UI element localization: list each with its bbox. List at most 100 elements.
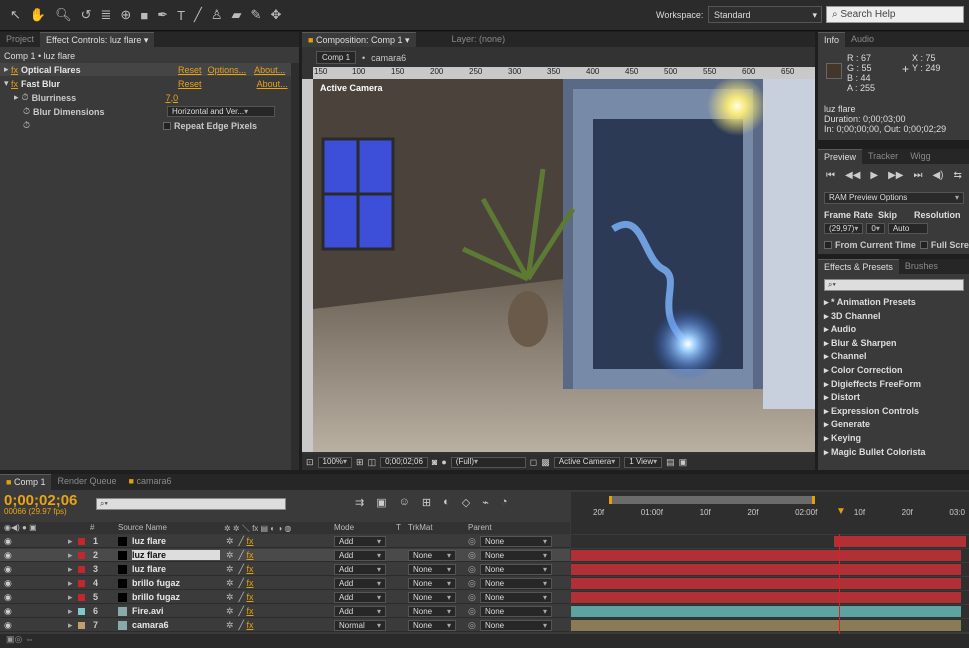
about-link[interactable]: About... <box>254 65 285 75</box>
list-item[interactable]: ▸ Audio <box>824 323 926 337</box>
full-screen-checkbox[interactable] <box>919 241 928 249</box>
collapse-arrow-icon[interactable]: ▾ <box>4 78 11 89</box>
eye-icon[interactable]: ◉ <box>4 578 12 589</box>
expand-arrow-icon[interactable]: ▸ <box>68 550 73 561</box>
about-link[interactable]: About... <box>257 79 288 89</box>
resolution-select[interactable]: (Full) <box>450 456 526 468</box>
layer-switches-icon[interactable]: ✲ ╱ fx <box>226 620 253 631</box>
stopwatch-icon[interactable]: ⏱ <box>23 106 30 117</box>
layer-switches-icon[interactable]: ✲ ╱ fx <box>226 606 253 617</box>
region-of-interest-icon[interactable]: ◻ <box>530 457 537 468</box>
parent-select[interactable]: None <box>480 536 552 547</box>
frame-blending-icon[interactable]: ⊞ <box>422 496 431 509</box>
transparency-grid-icon[interactable]: ▩ <box>541 457 550 468</box>
tab-info[interactable]: Info <box>818 32 846 47</box>
type-tool-icon[interactable]: T <box>177 7 185 23</box>
zoom-tool-icon[interactable]: 🔍︎ <box>55 7 72 23</box>
zoom-select[interactable]: 100% <box>317 456 353 468</box>
layer-duration-bar[interactable] <box>571 592 961 603</box>
list-item[interactable]: ▸ Color Correction <box>824 364 926 378</box>
expand-arrow-icon[interactable]: ▸ <box>68 620 73 631</box>
layer-duration-bar[interactable] <box>571 606 961 617</box>
layer-switches-icon[interactable]: ✲ ╱ fx <box>226 592 253 603</box>
eye-icon[interactable]: ◉ <box>4 620 12 631</box>
pan-behind-tool-icon[interactable]: ⊕ <box>120 7 131 23</box>
eye-icon[interactable]: ◉ <box>4 536 12 547</box>
fast-preview-icon[interactable]: ▣ <box>679 457 688 468</box>
layer-duration-bar[interactable] <box>571 564 961 575</box>
repeat-edge-checkbox[interactable] <box>163 121 171 130</box>
list-item[interactable]: ▸ Digieffects FreeForm <box>824 378 926 392</box>
layer-switches-icon[interactable]: ✲ ╱ fx <box>226 564 253 575</box>
label-color-swatch[interactable] <box>78 622 85 629</box>
eraser-tool-icon[interactable]: ▰ <box>232 7 242 23</box>
effect-row-fast-blur[interactable]: ▾ fx Fast Blur Reset About... <box>0 77 299 90</box>
tab-tracker[interactable]: Tracker <box>862 149 904 164</box>
brush-tool-icon[interactable]: ╱ <box>194 7 202 23</box>
fx-icon[interactable]: fx <box>11 65 18 75</box>
eye-icon[interactable]: ◉ <box>4 606 12 617</box>
last-frame-icon[interactable]: ⏭ <box>913 170 922 181</box>
scrollbar[interactable] <box>291 63 299 470</box>
hand-tool-icon[interactable]: ✋ <box>30 7 46 23</box>
roto-brush-tool-icon[interactable]: ✎ <box>251 7 262 23</box>
layer-switches-icon[interactable]: ✲ ╱ fx <box>226 550 253 561</box>
list-item[interactable]: ▸ Blur & Sharpen <box>824 337 926 351</box>
layer-name[interactable]: luz flare <box>132 564 166 574</box>
pickwhip-icon[interactable]: ◎ <box>468 550 476 561</box>
live-update-icon[interactable]: ◔ <box>501 496 508 509</box>
table-row[interactable]: ◉ ▸ 7 camara6 ✲ ╱ fx Normal None ◎ None <box>0 619 570 632</box>
expand-arrow-icon[interactable]: ▸ <box>68 578 73 589</box>
eye-icon[interactable]: ◉ <box>4 550 12 561</box>
layer-switches-icon[interactable]: ✲ ╱ fx <box>226 578 253 589</box>
puppet-tool-icon[interactable]: ✥ <box>270 7 281 23</box>
eye-icon[interactable]: ◉ <box>4 564 12 575</box>
trkmat-select[interactable]: None <box>408 620 456 631</box>
table-row[interactable]: ◉ ▸ 4 brillo fugaz ✲ ╱ fx Add None ◎ Non… <box>0 577 570 590</box>
mode-select[interactable]: Add <box>334 564 386 575</box>
trkmat-select[interactable]: None <box>408 550 456 561</box>
work-area-bar[interactable] <box>609 496 815 504</box>
list-item[interactable]: ▸ * Animation Presets <box>824 296 926 310</box>
shy-layers-icon[interactable]: ☺ <box>399 496 410 509</box>
pickwhip-icon[interactable]: ◎ <box>468 564 476 575</box>
trkmat-select[interactable]: None <box>408 592 456 603</box>
parent-select[interactable]: None <box>480 564 552 575</box>
table-row[interactable]: ◉ ▸ 2 luz flare ✲ ╱ fx Add None ◎ None <box>0 549 570 562</box>
layer-name[interactable]: Fire.avi <box>132 606 164 616</box>
label-color-swatch[interactable] <box>78 608 85 615</box>
trkmat-select[interactable]: None <box>408 606 456 617</box>
camera-tool-icon[interactable]: ≣ <box>101 7 112 23</box>
camera-view-select[interactable]: Active Camera <box>553 456 621 468</box>
expand-arrow-icon[interactable]: ▸ <box>68 606 73 617</box>
ram-preview-options-select[interactable]: RAM Preview Options <box>824 192 964 204</box>
tab-composition[interactable]: ■ Composition: Comp 1 ▾ <box>302 32 416 47</box>
brainstorm-icon[interactable]: ◇ <box>462 496 470 509</box>
tab-preview[interactable]: Preview <box>818 149 863 164</box>
breadcrumb-comp1[interactable]: Comp 1 <box>316 51 357 64</box>
label-color-swatch[interactable] <box>78 566 85 573</box>
parent-select[interactable]: None <box>480 606 552 617</box>
blur-dimensions-select[interactable]: Horizontal and Ver... <box>167 106 276 117</box>
tab-camara6[interactable]: ■ camara6 <box>123 474 178 490</box>
pen-tool-icon[interactable]: ✒ <box>157 7 168 23</box>
expand-arrow-icon[interactable]: ▸ <box>68 536 73 547</box>
expand-arrow-icon[interactable]: ▸ <box>14 92 19 103</box>
motion-blur-icon[interactable]: ◐ <box>443 496 450 509</box>
mode-select[interactable]: Add <box>334 536 386 547</box>
list-item[interactable]: ▸ Expression Controls <box>824 405 926 419</box>
from-current-checkbox[interactable] <box>824 241 832 249</box>
reset-link[interactable]: Reset <box>178 65 202 75</box>
search-help-input[interactable]: ⌕ Search Help <box>826 6 964 23</box>
blurriness-value[interactable]: 7,0 <box>166 93 179 103</box>
tab-effect-controls[interactable]: Effect Controls: luz flare ▾ <box>40 32 155 47</box>
tab-brushes[interactable]: Brushes <box>899 259 944 274</box>
eye-icon[interactable]: ◉ <box>4 592 12 603</box>
label-color-swatch[interactable] <box>78 594 85 601</box>
table-row[interactable]: ◉ ▸ 5 brillo fugaz ✲ ╱ fx Add None ◎ Non… <box>0 591 570 604</box>
current-time-indicator-handle[interactable]: ▼ <box>836 506 846 517</box>
selection-tool-icon[interactable]: ↖ <box>10 7 21 23</box>
stopwatch-icon[interactable]: ⏱ <box>22 92 29 103</box>
next-frame-icon[interactable]: ▶▶ <box>888 170 903 181</box>
channel-icon[interactable]: ● <box>441 457 446 467</box>
